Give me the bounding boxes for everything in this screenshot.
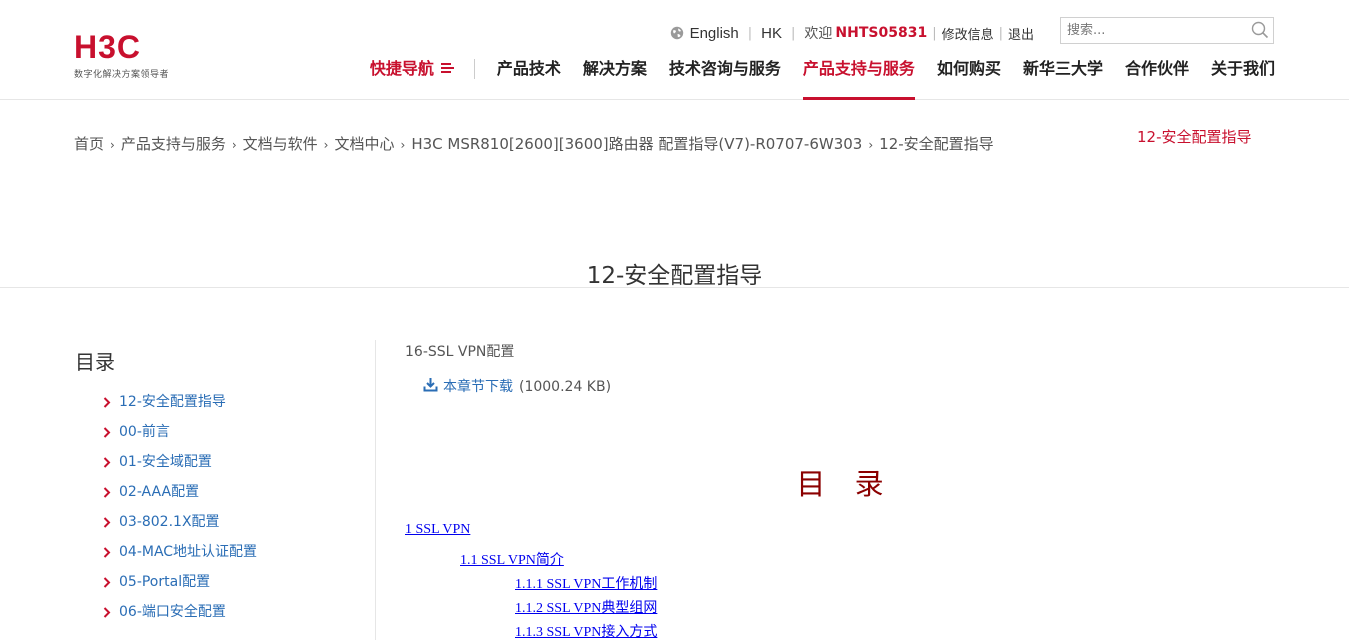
logout-link[interactable]: 退出	[1008, 24, 1034, 43]
region-link[interactable]: HK	[761, 25, 782, 42]
toc-item-label: 06-端口安全配置	[119, 604, 226, 620]
toc-item-label: 02-AAA配置	[119, 484, 200, 500]
breadcrumb: 首页 › 产品支持与服务 › 文档与软件 › 文档中心 › H3C MSR810[2600][3…	[74, 132, 1014, 157]
logo-slogan: 数字化解决方案领导者	[74, 70, 170, 80]
chevron-right-icon	[103, 577, 111, 588]
chevron-right-icon	[103, 457, 111, 468]
download-row: 本章节下载 (1000.24 KB)	[423, 376, 611, 396]
toc-heading: 目录	[75, 350, 115, 374]
toc-list: 12-安全配置指导 00-前言 01-安全域配置 02-AAA配置 03-802…	[74, 387, 364, 627]
separator: |	[932, 25, 937, 41]
toc-item-label: 01-安全域配置	[119, 454, 212, 470]
breadcrumb-separator: ›	[110, 138, 115, 152]
chevron-right-icon	[103, 547, 111, 558]
breadcrumb-home[interactable]: 首页	[74, 135, 104, 153]
nav-quick-label: 快捷导航	[369, 59, 434, 78]
nav-quick-navigation[interactable]: 快捷导航	[370, 56, 474, 100]
document-toc-heading: 目 录	[796, 467, 894, 501]
toc-item-label: 00-前言	[119, 424, 170, 440]
chevron-right-icon	[103, 487, 111, 498]
chapter-name: 16-SSL VPN配置	[405, 344, 515, 360]
breadcrumb-docs-software[interactable]: 文档与软件	[243, 135, 318, 153]
chevron-right-icon	[103, 607, 111, 618]
breadcrumb-product-support[interactable]: 产品支持与服务	[121, 135, 226, 153]
edit-info-link[interactable]: 修改信息	[942, 24, 994, 43]
doc-toc-link-level3[interactable]: 1.1.2 SSL VPN典型组网	[515, 597, 657, 617]
breadcrumb-separator: ›	[323, 138, 329, 152]
toc-item-label: 04-MAC地址认证配置	[119, 544, 258, 560]
toc-item[interactable]: 01-安全域配置	[74, 447, 364, 477]
top-utility-bar: English | HK | 欢迎 NHTS05831 | 修改信息 | 退出	[670, 22, 1034, 44]
globe-icon	[670, 26, 683, 40]
toc-item-label: 03-802.1X配置	[119, 514, 220, 530]
chevron-right-icon	[103, 517, 111, 528]
doc-toc-link-level1[interactable]: 1 SSL VPN	[405, 522, 470, 538]
nav-product-tech[interactable]: 产品技术	[497, 56, 561, 100]
toc-item[interactable]: 05-Portal配置	[74, 567, 364, 597]
menu-lines-icon	[440, 63, 454, 73]
welcome-text: 欢迎	[804, 26, 833, 42]
nav-how-to-buy[interactable]: 如何购买	[937, 56, 1001, 100]
search-icon[interactable]	[1251, 21, 1269, 39]
toc-item[interactable]: 04-MAC地址认证配置	[74, 537, 364, 567]
download-size: (1000.24 KB)	[519, 379, 612, 395]
title-divider	[0, 287, 1349, 288]
main-navigation: 快捷导航 产品技术 解决方案 技术咨询与服务 产品支持与服务 如何购买 新华三大…	[370, 56, 1275, 100]
toc-item[interactable]: 03-802.1X配置	[74, 507, 364, 537]
search-input[interactable]	[1061, 18, 1253, 43]
language-link[interactable]: English	[690, 25, 739, 42]
breadcrumb-separator: ›	[868, 138, 874, 152]
document-content: 16-SSL VPN配置 本章节下载 (1000.24 KB) 目 录 1 SSL…	[405, 340, 1285, 640]
breadcrumb-doc-center[interactable]: 文档中心	[334, 135, 394, 153]
download-icon[interactable]	[423, 377, 438, 392]
nav-about-us[interactable]: 关于我们	[1211, 56, 1275, 100]
separator: |	[998, 25, 1003, 41]
nav-solutions[interactable]: 解决方案	[583, 56, 647, 100]
toc-item[interactable]: 02-AAA配置	[74, 477, 364, 507]
nav-product-support[interactable]: 产品支持与服务	[802, 56, 915, 100]
site-header: H3C 数字化解决方案领导者 English | HK | 欢迎 NHTS058…	[0, 0, 1349, 100]
toc-sidebar: 目录 12-安全配置指导 00-前言 01-安全域配置 02-AAA配置 03-…	[74, 346, 364, 627]
chapter-download-link[interactable]: 本章节下载	[443, 379, 513, 395]
search-box	[1060, 17, 1274, 44]
chevron-right-icon	[103, 427, 111, 438]
nav-tech-consulting[interactable]: 技术咨询与服务	[669, 56, 781, 100]
logo-mark: H3C	[74, 29, 142, 65]
toc-item[interactable]: 12-安全配置指导	[74, 387, 364, 417]
nav-divider	[473, 59, 475, 79]
username-link[interactable]: NHTS05831	[835, 25, 927, 41]
breadcrumb-separator: ›	[231, 138, 237, 152]
doc-toc-link-level2[interactable]: 1.1 SSL VPN简介	[460, 549, 564, 569]
nav-h3c-university[interactable]: 新华三大学	[1023, 56, 1103, 100]
separator: |	[791, 25, 796, 41]
toc-item[interactable]: 06-端口安全配置	[74, 597, 364, 627]
doc-toc-link-level3[interactable]: 1.1.1 SSL VPN工作机制	[515, 573, 657, 593]
toc-item-label: 12-安全配置指导	[119, 394, 226, 410]
sidebar-divider	[375, 340, 376, 640]
toc-item-label: 05-Portal配置	[119, 574, 211, 590]
doc-toc-link-level3[interactable]: 1.1.3 SSL VPN接入方式	[515, 621, 657, 641]
breadcrumb-separator: ›	[400, 138, 406, 152]
separator: |	[747, 25, 753, 41]
chevron-right-icon	[103, 397, 111, 408]
breadcrumb-config-guide[interactable]: H3C MSR810[2600][3600]路由器 配置指导(V7)-R0707…	[411, 135, 862, 153]
side-doc-title[interactable]: 12-安全配置指导	[1137, 126, 1252, 147]
breadcrumb-current: 12-安全配置指导	[879, 135, 994, 153]
toc-item[interactable]: 00-前言	[74, 417, 364, 447]
nav-partners[interactable]: 合作伙伴	[1125, 56, 1189, 100]
h3c-logo[interactable]: H3C 数字化解决方案领导者	[74, 29, 184, 80]
